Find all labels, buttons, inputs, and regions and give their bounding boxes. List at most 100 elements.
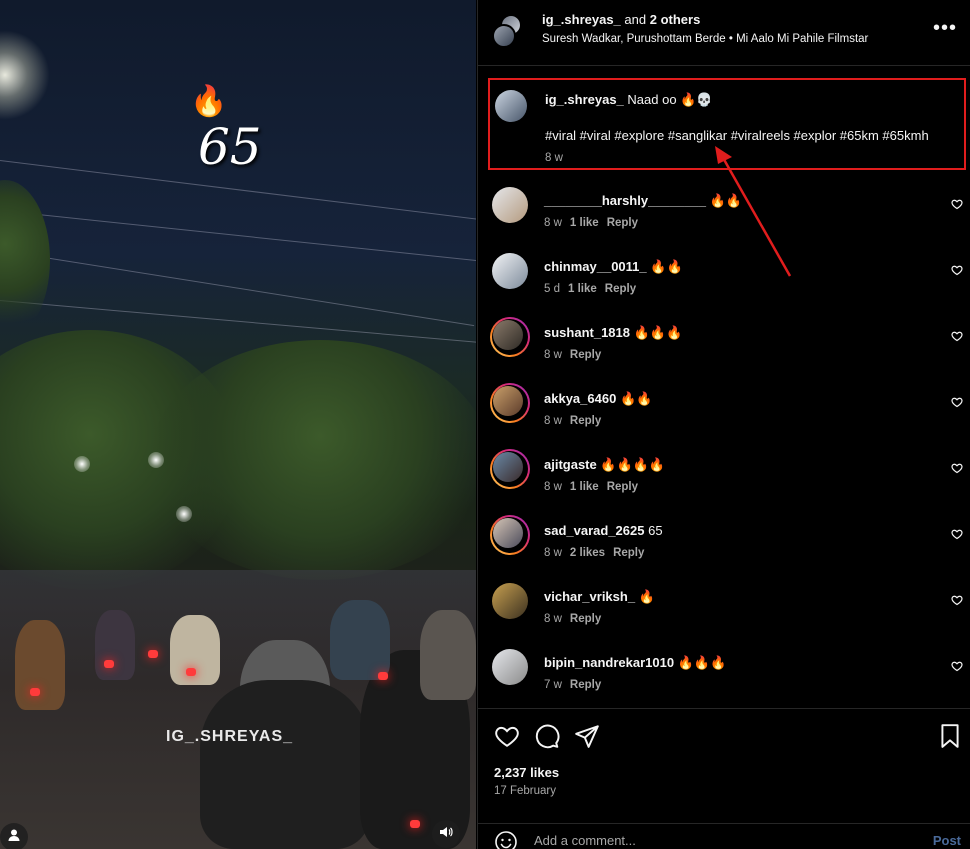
bookmark-icon[interactable] (937, 723, 963, 749)
comment-like-heart-icon[interactable] (951, 461, 963, 474)
comment-likes[interactable]: 2 likes (570, 547, 605, 559)
reply-button[interactable]: Reply (570, 679, 601, 691)
comment-meta: 8 w Reply (544, 415, 609, 427)
reel-video[interactable]: 🔥 65 IG_.SHREYAS_ (0, 0, 476, 849)
comment-like-heart-icon[interactable] (951, 527, 963, 540)
comment-time: 8 w (544, 613, 562, 625)
tail-light (30, 688, 40, 696)
comment-like-heart-icon[interactable] (951, 395, 963, 408)
story-ring[interactable] (490, 383, 530, 423)
tree (150, 340, 476, 580)
post-date: 17 February (494, 785, 557, 797)
comment-username[interactable]: sushant_1818 (544, 325, 630, 340)
post-caption: ig_.shreyas_ Naad oo 🔥💀 #viral #viral #e… (488, 78, 966, 170)
post-authors: ig_.shreyas_ and 2 others (542, 12, 700, 27)
user-icon (7, 828, 21, 847)
comment-item: sushant_1818 🔥🔥🔥 8 w Reply (478, 317, 970, 385)
comment-username[interactable]: bipin_nandrekar1010 (544, 655, 674, 670)
avatar[interactable] (492, 649, 528, 685)
comment-meta: 8 w Reply (544, 349, 609, 361)
tail-light (186, 668, 196, 676)
and-text: and (624, 12, 647, 27)
caption-hashtags[interactable]: #viral #viral #explore #sanglikar #viral… (545, 128, 929, 143)
comment-username[interactable]: akkya_6460 (544, 391, 616, 406)
comment-input[interactable] (534, 833, 914, 848)
share-icon[interactable] (574, 723, 600, 749)
street-light-glow (0, 30, 50, 120)
reply-button[interactable]: Reply (605, 283, 636, 295)
more-options-icon[interactable]: ••• (933, 18, 957, 38)
tail-light (410, 820, 420, 828)
comment-likes[interactable]: 1 like (570, 481, 599, 493)
lamp (74, 456, 90, 472)
reply-button[interactable]: Reply (613, 547, 644, 559)
comment-item: chinmay__0011_ 🔥🔥 5 d 1 like Reply (478, 253, 970, 319)
comment-meta: 8 w 2 likes Reply (544, 547, 652, 559)
comment-meta: 8 w Reply (544, 613, 609, 625)
tagged-users-button[interactable] (0, 823, 28, 849)
overlay-number: 65 (198, 118, 262, 176)
comment-time: 8 w (544, 349, 562, 361)
rider (95, 610, 135, 680)
post-header: ig_.shreyas_ and 2 others Suresh Wadkar,… (478, 0, 970, 66)
comment-like-heart-icon[interactable] (951, 197, 963, 210)
comment-icon[interactable] (534, 723, 560, 749)
comment-like-heart-icon[interactable] (951, 593, 963, 606)
comment-likes[interactable]: 1 like (570, 217, 599, 229)
add-comment-row: Post (478, 823, 970, 849)
likes-count[interactable]: 2,237 likes (494, 765, 559, 780)
comment-username[interactable]: ________harshly________ (544, 193, 706, 208)
comment-line: akkya_6460 🔥🔥 (544, 391, 652, 407)
comment-username[interactable]: vichar_vriksh_ (544, 589, 635, 604)
story-ring[interactable] (490, 449, 530, 489)
comment-like-heart-icon[interactable] (951, 659, 963, 672)
video-watermark: IG_.SHREYAS_ (166, 728, 294, 745)
audio-link[interactable]: Suresh Wadkar, Purushottam Berde • Mi Aa… (542, 33, 868, 45)
comment-like-heart-icon[interactable] (951, 329, 963, 342)
others-link[interactable]: 2 others (650, 12, 701, 27)
avatar[interactable] (495, 90, 527, 122)
avatar[interactable] (492, 187, 528, 223)
reply-button[interactable]: Reply (570, 415, 601, 427)
reply-button[interactable]: Reply (607, 481, 638, 493)
caption-time: 8 w (545, 152, 563, 164)
reply-button[interactable]: Reply (607, 217, 638, 229)
caption-line: ig_.shreyas_ Naad oo 🔥💀 (545, 92, 713, 108)
avatar[interactable] (492, 253, 528, 289)
emoji-icon[interactable] (494, 830, 518, 849)
tree (0, 180, 50, 340)
tail-light (378, 672, 388, 680)
story-ring[interactable] (490, 515, 530, 555)
comment-likes[interactable]: 1 like (568, 283, 597, 295)
post-details-panel: ig_.shreyas_ and 2 others Suresh Wadkar,… (477, 0, 970, 849)
reply-button[interactable]: Reply (570, 613, 601, 625)
comment-text: 🔥🔥🔥 (677, 655, 727, 670)
mute-button[interactable] (432, 820, 460, 848)
collab-avatars[interactable] (492, 14, 528, 50)
avatar (493, 320, 523, 350)
reply-button[interactable]: Reply (570, 349, 601, 361)
comment-username[interactable]: chinmay__0011_ (544, 259, 647, 274)
comment-username[interactable]: ajitgaste (544, 457, 597, 472)
comment-time: 5 d (544, 283, 560, 295)
tail-light (148, 650, 158, 658)
like-heart-icon[interactable] (494, 723, 520, 749)
comment-like-heart-icon[interactable] (951, 263, 963, 276)
comment-line: sad_varad_2625 65 (544, 523, 663, 538)
avatar[interactable] (492, 583, 528, 619)
post-comment-button[interactable]: Post (933, 833, 961, 848)
overlay-fire-emoji: 🔥 (190, 85, 228, 118)
author-link[interactable]: ig_.shreyas_ (542, 12, 621, 27)
caption-username[interactable]: ig_.shreyas_ (545, 92, 624, 107)
comment-time: 7 w (544, 679, 562, 691)
comment-line: vichar_vriksh_ 🔥 (544, 589, 655, 605)
comment-line: bipin_nandrekar1010 🔥🔥🔥 (544, 655, 726, 671)
comment-username[interactable]: sad_varad_2625 (544, 523, 644, 538)
comment-time: 8 w (544, 415, 562, 427)
story-ring[interactable] (490, 317, 530, 357)
post-actions: 2,237 likes 17 February Post (478, 708, 970, 849)
comment-line: sushant_1818 🔥🔥🔥 (544, 325, 682, 341)
rider (330, 600, 390, 680)
rider (15, 620, 65, 710)
lamp (148, 452, 164, 468)
